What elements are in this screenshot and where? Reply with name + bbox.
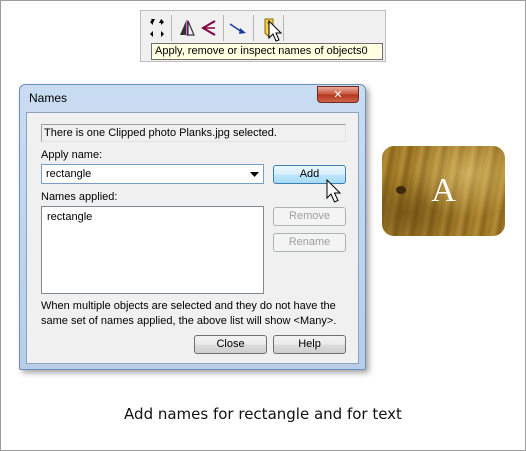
- list-item[interactable]: rectangle: [47, 211, 92, 223]
- toolbar-separator: [223, 15, 224, 41]
- names-applied-list[interactable]: rectangle: [41, 206, 264, 294]
- caption: Add names for rectangle and for text: [124, 405, 402, 423]
- selection-info: There is one Clipped photo Planks.jpg se…: [41, 124, 346, 142]
- rename-button[interactable]: Rename: [273, 233, 346, 252]
- names-dialog: Names ✕ There is one Clipped photo Plank…: [19, 84, 366, 370]
- mouse-cursor-icon: [326, 178, 344, 208]
- close-icon: ✕: [333, 88, 343, 101]
- flip-icon[interactable]: [175, 15, 199, 41]
- close-window-button[interactable]: ✕: [317, 86, 359, 103]
- apply-name-value: rectangle: [46, 168, 92, 180]
- tooltip: Apply, remove or inspect names of object…: [151, 43, 383, 60]
- preview-tile: A: [382, 146, 505, 236]
- chevron-down-icon[interactable]: [250, 169, 259, 182]
- tooltip-tail: 0: [361, 45, 368, 57]
- remove-button[interactable]: Remove: [273, 207, 346, 226]
- names-applied-label: Names applied:: [41, 191, 118, 203]
- toolbar-separator: [171, 15, 172, 41]
- dialog-title: Names: [29, 91, 68, 105]
- preview-letter: A: [431, 172, 456, 209]
- connector-icon[interactable]: [227, 15, 251, 41]
- tooltip-text: Apply, remove or inspect names of object…: [155, 45, 362, 57]
- dialog-client: There is one Clipped photo Planks.jpg se…: [26, 112, 359, 364]
- help-button[interactable]: Help: [273, 335, 346, 354]
- close-button[interactable]: Close: [194, 335, 267, 354]
- toolbar-separator: [253, 15, 254, 41]
- arrows-icon[interactable]: [145, 15, 169, 41]
- apply-name-label: Apply name:: [41, 149, 103, 161]
- help-note: When multiple objects are selected and t…: [41, 300, 337, 327]
- shape-icon[interactable]: [197, 15, 221, 41]
- mouse-cursor-icon: [268, 19, 284, 47]
- apply-name-combo[interactable]: rectangle: [41, 164, 264, 184]
